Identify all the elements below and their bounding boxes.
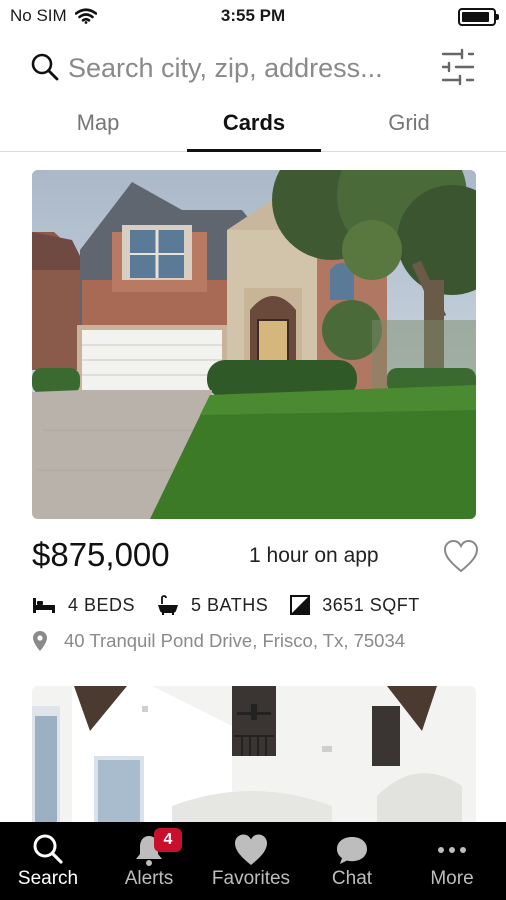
listing-price: $875,000 — [32, 536, 170, 573]
tab-grid[interactable]: Grid — [342, 110, 476, 150]
nav-favorites[interactable]: Favorites — [200, 822, 302, 900]
more-icon — [438, 847, 466, 853]
listing-address[interactable]: 40 Tranquil Pond Drive, Frisco, Tx, 7503… — [32, 630, 405, 652]
nav-search-label: Search — [17, 868, 79, 889]
sqft-icon — [290, 595, 311, 615]
spec-sqft: 3651 SQFT — [290, 595, 420, 616]
battery-fill — [462, 12, 489, 22]
chat-icon — [337, 837, 367, 864]
nav-more-label: More — [430, 868, 474, 889]
spec-baths: 5 BATHS — [157, 595, 268, 616]
search-icon — [33, 834, 63, 864]
tab-cards[interactable]: Cards — [187, 110, 321, 152]
bed-icon — [33, 598, 55, 613]
nav-alerts-label: Alerts — [124, 868, 174, 889]
favorite-heart-icon[interactable] — [442, 538, 480, 574]
nav-more[interactable]: More — [404, 822, 500, 900]
filter-sliders-icon[interactable] — [440, 48, 476, 86]
nav-chat-label: Chat — [331, 868, 373, 889]
sqft-label: 3651 SQFT — [322, 594, 420, 615]
house-photo-illustration — [32, 170, 476, 519]
heart-icon — [235, 834, 267, 865]
baths-label: 5 BATHS — [191, 594, 269, 615]
search-icon — [31, 53, 59, 81]
alerts-badge: 4 — [154, 828, 182, 852]
search-bar — [0, 46, 506, 90]
beds-label: 4 BEDS — [68, 594, 136, 615]
listing-photo-2[interactable] — [32, 686, 476, 826]
search-input[interactable] — [68, 48, 428, 88]
spec-beds: 4 BEDS — [32, 595, 135, 616]
location-pin-icon — [33, 631, 47, 651]
nav-search[interactable]: Search — [0, 822, 96, 900]
bathtub-icon — [158, 595, 179, 615]
nav-alerts[interactable]: 4 Alerts — [100, 822, 198, 900]
status-bar: No SIM 3:55 PM — [0, 0, 506, 34]
address-text: 40 Tranquil Pond Drive, Frisco, Tx, 7503… — [64, 630, 406, 651]
view-tabs: Map Cards Grid — [0, 100, 506, 152]
tab-map[interactable]: Map — [31, 110, 165, 150]
time-on-app: 1 hour on app — [249, 544, 379, 567]
nav-chat[interactable]: Chat — [305, 822, 399, 900]
battery-icon — [458, 8, 499, 26]
listing-specs: 4 BEDS 5 BATHS 3651 SQFT — [32, 592, 442, 618]
nav-favorites-label: Favorites — [211, 868, 291, 889]
listing-photo[interactable] — [32, 170, 476, 519]
interior-photo-illustration — [32, 686, 476, 826]
bottom-nav: Search 4 Alerts Favorites Chat More — [0, 822, 506, 900]
status-time: 3:55 PM — [220, 6, 286, 25]
